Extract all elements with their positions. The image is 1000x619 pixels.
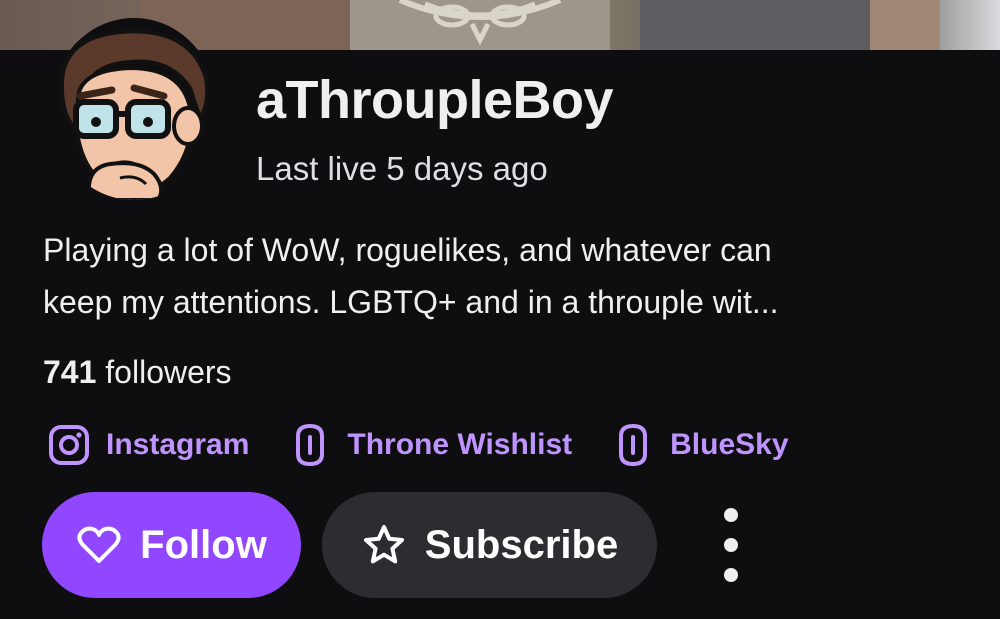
social-links: Instagram Throne Wishlist BlueSky xyxy=(46,420,827,470)
banner-photo-person-right xyxy=(640,0,870,50)
more-vertical-icon xyxy=(724,508,738,522)
link-label: BlueSky xyxy=(670,428,789,461)
subscribe-button[interactable]: Subscribe xyxy=(322,492,657,598)
follower-count-label: followers xyxy=(105,354,232,390)
channel-name: aThroupleBoy xyxy=(256,70,614,130)
link-instagram[interactable]: Instagram xyxy=(46,422,249,468)
avatar[interactable] xyxy=(50,18,218,200)
banner-shirt-graphic xyxy=(398,0,562,46)
follower-count-number: 741 xyxy=(43,354,97,390)
last-live-status: Last live 5 days ago xyxy=(256,150,548,187)
channel-bio[interactable]: Playing a lot of WoW, roguelikes, and wh… xyxy=(43,224,963,328)
more-vertical-icon-dot xyxy=(724,538,738,552)
link-bluesky[interactable]: BlueSky xyxy=(610,422,789,468)
star-icon xyxy=(361,522,407,568)
subscribe-button-label: Subscribe xyxy=(424,522,619,567)
heart-icon xyxy=(76,522,122,568)
link-icon xyxy=(610,422,656,468)
bio-line: keep my attentions. LGBTQ+ and in a thro… xyxy=(43,284,779,320)
banner-photo-arm xyxy=(870,0,940,50)
channel-profile: aThroupleBoy Last live 5 days ago Playin… xyxy=(0,0,1000,619)
more-options-button[interactable] xyxy=(706,508,756,582)
follow-button[interactable]: Follow xyxy=(42,492,301,598)
link-throne-wishlist[interactable]: Throne Wishlist xyxy=(287,422,572,468)
more-vertical-icon-dot xyxy=(724,568,738,582)
link-icon xyxy=(287,422,333,468)
avatar-illustration xyxy=(50,18,218,200)
link-label: Throne Wishlist xyxy=(347,428,573,461)
follow-button-label: Follow xyxy=(140,522,267,567)
link-label: Instagram xyxy=(106,428,250,461)
bio-line: Playing a lot of WoW, roguelikes, and wh… xyxy=(43,232,772,268)
follower-count: 741 followers xyxy=(43,350,232,394)
instagram-icon xyxy=(46,422,92,468)
